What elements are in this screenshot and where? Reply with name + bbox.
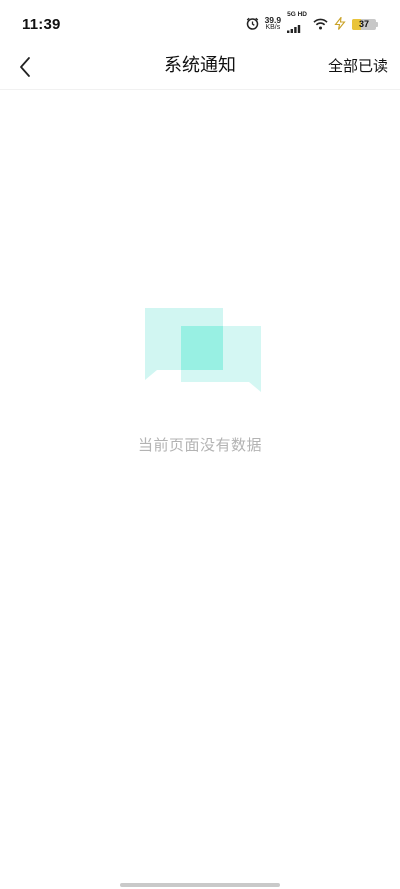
charging-icon [334, 15, 346, 34]
chat-bubbles-icon [135, 300, 265, 400]
signal-icon [287, 18, 303, 37]
wifi-icon [313, 15, 328, 34]
network-speed-value: 39.9 [264, 15, 282, 25]
battery-indicator: 37 [352, 18, 378, 30]
empty-state: 当前页面没有数据 [0, 300, 400, 455]
status-time: 11:39 [22, 15, 61, 33]
network-speed-unit: KB/s [265, 24, 281, 31]
battery-tip [376, 21, 378, 27]
alarm-icon [246, 15, 259, 34]
home-indicator[interactable] [120, 883, 280, 887]
cellular-signal: 5G HD [287, 11, 307, 37]
navigation-header: 系统通知 全部已读 [0, 48, 400, 90]
network-type: 5G HD [287, 11, 307, 18]
battery-icon: 37 [352, 18, 376, 30]
mark-all-read-button[interactable]: 全部已读 [328, 48, 388, 90]
status-bar: 11:39 39.9 KB/s 5G HD 37 [0, 0, 400, 48]
network-speed: 39.9 KB/s [265, 16, 282, 32]
empty-message: 当前页面没有数据 [137, 436, 262, 454]
battery-level: 37 [358, 19, 369, 29]
status-icons: 39.9 KB/s 5G HD 37 [246, 11, 378, 37]
